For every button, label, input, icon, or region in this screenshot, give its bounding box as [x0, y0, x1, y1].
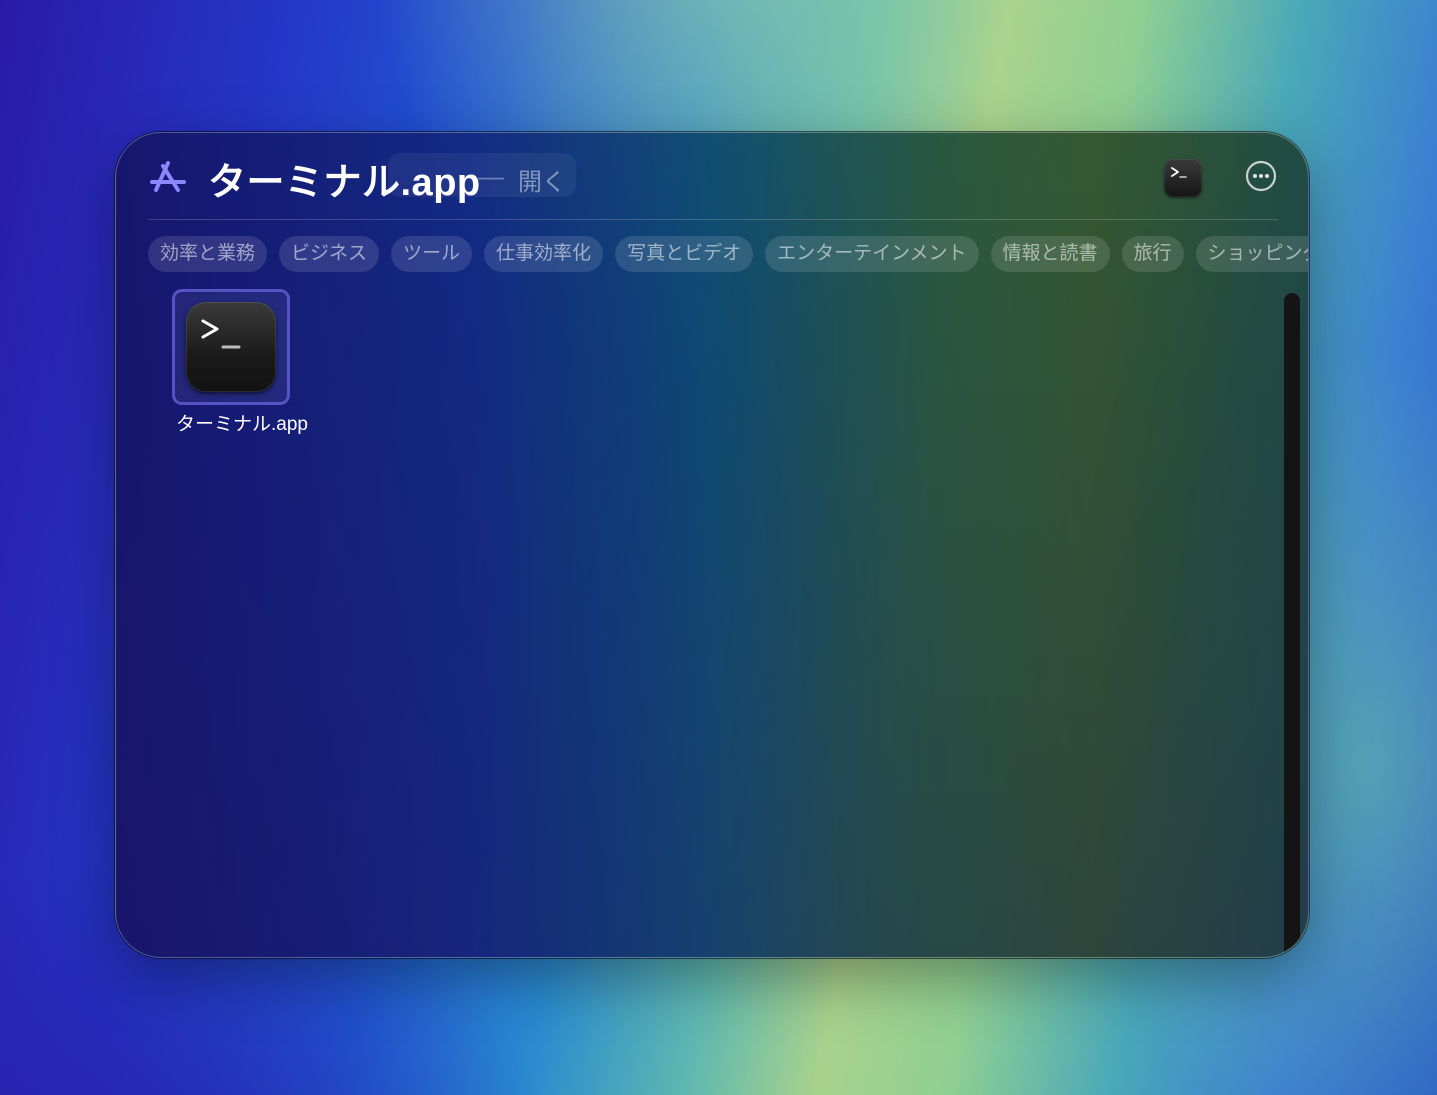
category-chip-information-reading[interactable]: 情報と読書 — [990, 236, 1110, 272]
category-chip-entertainment[interactable]: エンターテインメント — [765, 236, 979, 272]
spotlight-panel: ターミナル.app — 開く 効率と業務 ビジネス ツール 仕事効率化 写真とビ… — [115, 132, 1309, 958]
category-chip-shopping-food[interactable]: ショッピングと食事 — [1195, 236, 1308, 272]
category-filter-bar: 効率と業務 ビジネス ツール 仕事効率化 写真とビデオ エンターテインメント 情… — [148, 236, 1308, 272]
results-scrollbar[interactable] — [1284, 293, 1300, 957]
category-chip-travel[interactable]: 旅行 — [1121, 236, 1184, 272]
title-separator: — — [478, 161, 504, 191]
category-chip-business[interactable]: ビジネス — [279, 236, 380, 272]
app-store-icon — [150, 161, 186, 192]
terminal-icon-button[interactable] — [1164, 159, 1202, 197]
ellipsis-circle-icon[interactable] — [1244, 159, 1278, 193]
result-item-terminal[interactable]: ターミナル.app — [172, 289, 308, 439]
terminal-icon — [1171, 167, 1187, 178]
desktop-wallpaper: ターミナル.app — 開く 効率と業務 ビジネス ツール 仕事効率化 写真とビ… — [0, 0, 1437, 1095]
terminal-icon — [201, 319, 241, 349]
result-item-label: ターミナル.app — [176, 414, 308, 435]
category-chip-tools[interactable]: ツール — [391, 236, 473, 272]
category-chip-productivity-business[interactable]: 効率と業務 — [148, 236, 268, 272]
category-chip-productivity[interactable]: 仕事効率化 — [484, 236, 604, 272]
search-query-title[interactable]: ターミナル.app — [208, 151, 481, 206]
search-header: ターミナル.app — 開く — [148, 133, 1278, 220]
terminal-app-icon — [186, 302, 276, 392]
open-action-label[interactable]: 開く — [518, 162, 566, 197]
category-chip-photo-video[interactable]: 写真とビデオ — [615, 236, 754, 272]
